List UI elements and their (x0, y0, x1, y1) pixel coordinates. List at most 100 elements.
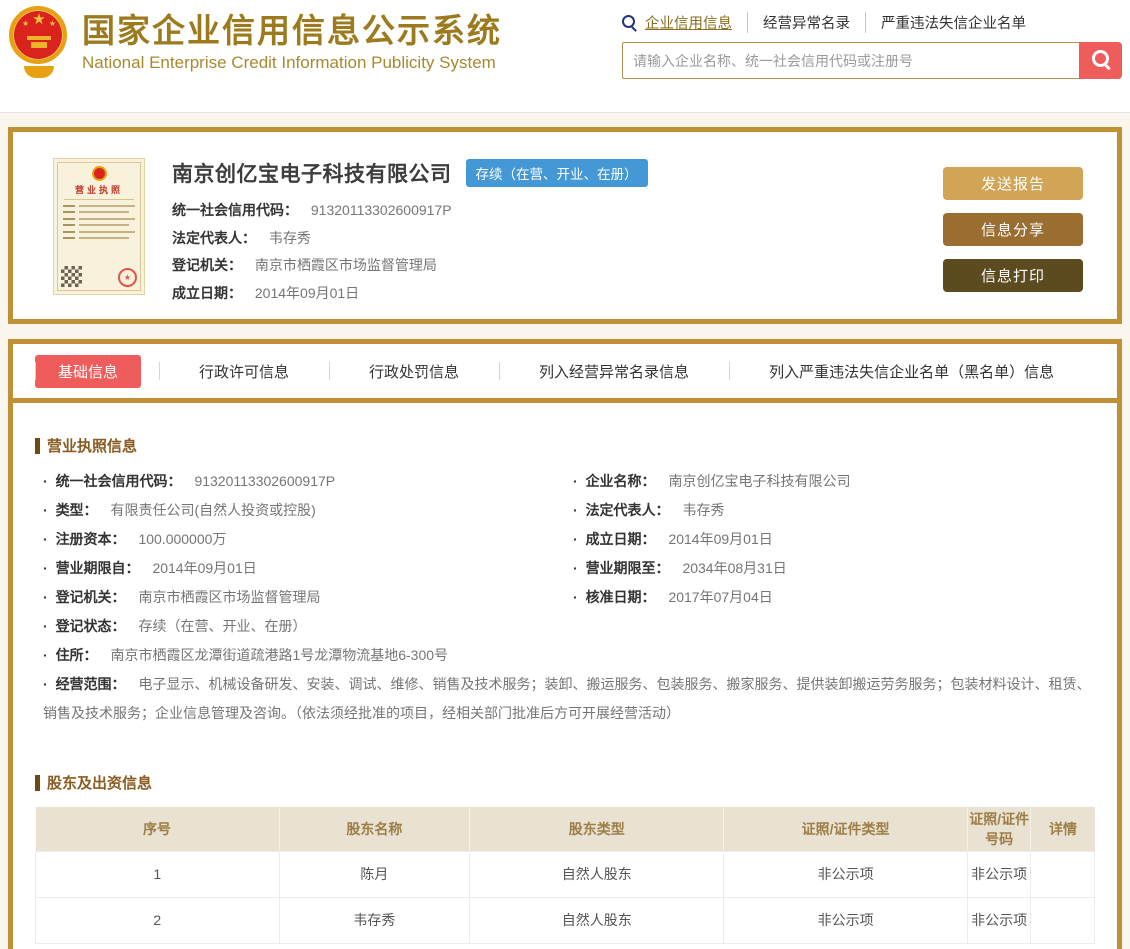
field-label: 经营范围： (55, 676, 126, 692)
field-label: 营业期限至： (585, 560, 670, 576)
license-title: 营业执照 (74, 185, 123, 195)
field-value: 南京市栖霞区市场监督管理局 (254, 257, 437, 273)
company-field: 统一社会信用代码： 91320113302600917P (172, 197, 943, 225)
tab-bar: 基础信息 行政许可信息 行政处罚信息 列入经营异常名录信息 列入严重违法失信企业… (13, 344, 1117, 398)
cell-cert-type: 非公示项 (723, 896, 968, 944)
info-field: 法定代表人： 韦存秀 (565, 496, 1095, 525)
cell-no: 1 (35, 850, 280, 898)
section-title-shareholders: 股东及出资信息 (35, 772, 1095, 793)
company-name: 南京创亿宝电子科技有限公司 (172, 163, 452, 186)
action-button[interactable]: 信息分享 (943, 213, 1083, 246)
field-value: 2014年09月01日 (152, 560, 257, 576)
field-label: 法定代表人： (585, 502, 670, 518)
license-emblem-icon (91, 166, 107, 181)
column-header: 证照/证件号码 (967, 807, 1032, 851)
field-value: 91320113302600917P (310, 202, 452, 218)
license-red-seal: ★ (118, 268, 137, 287)
field-value: 南京创亿宝电子科技有限公司 (668, 473, 851, 489)
table-header-row: 序号 股东名称 股东类型 证照/证件类型 证照/证件号码 详情 (35, 807, 1095, 851)
cell-shareholder-type: 自然人股东 (469, 850, 725, 898)
info-field: 登记状态： 存续（在营、开业、在册） (35, 612, 565, 641)
field-label: 登记状态： (55, 618, 126, 634)
field-label: 成立日期： (172, 284, 242, 301)
license-qr-code (61, 266, 82, 287)
info-field: 核准日期： 2017年07月04日 (565, 583, 1095, 612)
site-header: ★ ★ ★ 国家企业信用信息公示系统 National Enterprise C… (0, 0, 1130, 113)
nav-link[interactable]: 企业信用信息 (645, 12, 732, 33)
info-field: 注册资本： 100.000000万 (35, 525, 565, 554)
info-field: 企业名称： 南京创亿宝电子科技有限公司 (565, 467, 1095, 496)
field-value: 南京市栖霞区龙潭街道疏港路1号龙潭物流基地6-300号 (110, 647, 449, 663)
business-license-thumbnail[interactable]: 营业执照 ★ (53, 158, 145, 295)
cell-cert-type: 非公示项 (723, 850, 968, 898)
cell-shareholder-type: 自然人股东 (469, 896, 725, 944)
nav-link[interactable]: 严重违法失信企业名单 (865, 12, 1026, 33)
section-title-license-info: 营业执照信息 (35, 435, 1095, 456)
section-bar-icon (35, 774, 40, 791)
shareholders-table: 序号 股东名称 股东类型 证照/证件类型 证照/证件号码 详情 1 陈月 自然人股东 非公… (35, 807, 1095, 944)
field-value: 电子显示、机械设备研发、安装、调试、维修、销售及技术服务；装卸、搬运服务、包装服… (43, 676, 1091, 721)
cell-cert-no: 非公示项 (966, 850, 1032, 898)
field-value: 2014年09月01日 (668, 531, 773, 547)
tab[interactable]: 列入严重违法失信企业名单（黑名单）信息 (729, 355, 1094, 388)
tab[interactable]: 行政许可信息 (159, 355, 329, 388)
column-header: 股东类型 (469, 807, 725, 851)
cell-no: 2 (35, 896, 280, 944)
field-label: 营业期限自： (55, 560, 140, 576)
field-value: 南京市栖霞区市场监督管理局 (138, 589, 321, 605)
info-field: 经营范围： 电子显示、机械设备研发、安装、调试、维修、销售及技术服务；装卸、搬运… (35, 670, 1095, 728)
field-value: 100.000000万 (138, 531, 227, 547)
detail-card: 基础信息 行政许可信息 行政处罚信息 列入经营异常名录信息 列入严重违法失信企业… (8, 339, 1122, 949)
search-bar (622, 42, 1122, 79)
info-field: 登记机关： 南京市栖霞区市场监督管理局 (35, 583, 565, 612)
field-label: 法定代表人： (172, 229, 256, 246)
company-field: 法定代表人： 韦存秀 (172, 225, 943, 253)
table-row: 2 韦存秀 自然人股东 非公示项 非公示项 (35, 896, 1095, 944)
site-title: 国家企业信用信息公示系统 (82, 12, 502, 49)
field-value: 有限责任公司(自然人投资或控股) (110, 502, 316, 518)
cell-shareholder-name: 韦存秀 (278, 896, 471, 944)
column-header: 详情 (1030, 807, 1095, 851)
search-button[interactable] (1079, 42, 1122, 79)
site-subtitle: National Enterprise Credit Information P… (82, 52, 496, 72)
column-header: 序号 (35, 807, 280, 851)
field-label: 登记机关： (172, 257, 242, 273)
column-header: 证照/证件类型 (723, 807, 968, 851)
nav-link[interactable]: 经营异常名录 (747, 12, 850, 33)
field-label: 注册资本： (55, 531, 126, 547)
action-button[interactable]: 发送报告 (943, 167, 1083, 200)
column-header: 股东名称 (279, 807, 471, 851)
brand: ★ ★ ★ 国家企业信用信息公示系统 National Enterprise C… (8, 4, 502, 80)
search-icon (622, 15, 637, 30)
company-field: 登记机关： 南京市栖霞区市场监督管理局 (172, 252, 943, 280)
company-summary-card: 营业执照 ★ 南京创亿宝电子科技有限公司 存续（在营、开业、在册） 统一社会信用… (8, 127, 1122, 324)
info-field: 营业期限至： 2034年08月31日 (565, 554, 1095, 583)
info-field: 类型： 有限责任公司(自然人投资或控股) (35, 496, 565, 525)
action-button[interactable]: 信息打印 (943, 259, 1083, 292)
field-label: 登记机关： (55, 589, 126, 605)
field-label: 统一社会信用代码： (55, 473, 182, 489)
tab[interactable]: 基础信息 (35, 354, 142, 388)
cell-detail (1030, 896, 1095, 944)
tab[interactable]: 行政处罚信息 (329, 355, 499, 388)
field-value: 2017年07月04日 (668, 589, 773, 605)
cell-shareholder-name: 陈月 (278, 850, 471, 898)
field-value: 2034年08月31日 (682, 560, 787, 576)
company-field: 成立日期： 2014年09月01日 (172, 280, 943, 308)
national-emblem-logo: ★ ★ ★ (8, 4, 70, 80)
field-label: 统一社会信用代码： (172, 202, 298, 218)
info-field: 成立日期： 2014年09月01日 (565, 525, 1095, 554)
field-value: 2014年09月01日 (254, 284, 360, 301)
field-value: 91320113302600917P (194, 473, 336, 489)
top-nav: 企业信用信息 经营异常名录 严重违法失信企业名单 (622, 12, 1122, 33)
tab[interactable]: 列入经营异常名录信息 (499, 355, 729, 388)
field-label: 企业名称： (585, 473, 656, 489)
info-field: 住所： 南京市栖霞区龙潭街道疏港路1号龙潭物流基地6-300号 (35, 641, 1095, 670)
info-field: 统一社会信用代码： 91320113302600917P (35, 467, 565, 496)
field-label: 类型： (55, 502, 98, 518)
cell-detail (1030, 850, 1095, 898)
field-value: 存续（在营、开业、在册） (138, 618, 307, 634)
search-input[interactable] (622, 42, 1079, 79)
info-field: 营业期限自： 2014年09月01日 (35, 554, 565, 583)
field-label: 成立日期： (585, 531, 656, 547)
